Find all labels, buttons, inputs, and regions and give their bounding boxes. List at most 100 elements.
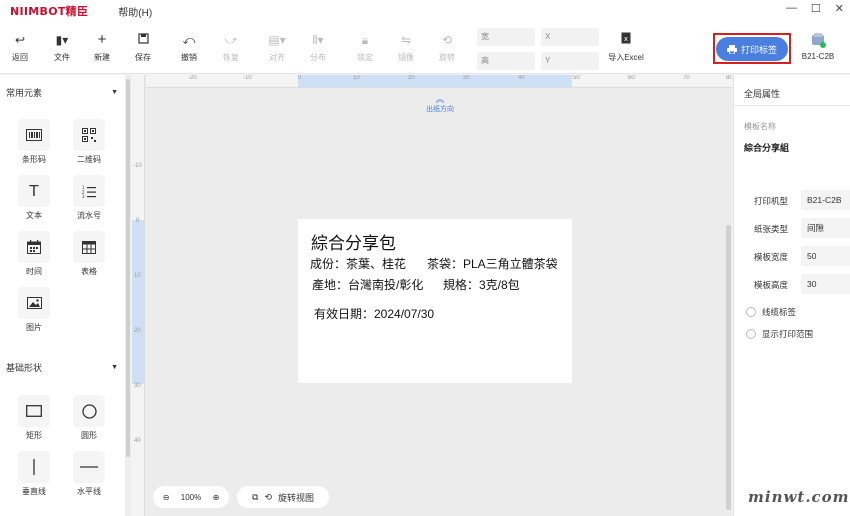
x-input[interactable]: X bbox=[541, 28, 599, 46]
time-element[interactable]: 时间 bbox=[14, 231, 54, 277]
checkbox-circle[interactable] bbox=[746, 329, 756, 339]
minimize-button[interactable]: — bbox=[786, 2, 797, 15]
help-menu[interactable]: 帮助(H) bbox=[118, 4, 152, 19]
caret-down-icon: ▼ bbox=[111, 363, 118, 371]
rectangle-icon bbox=[26, 405, 42, 417]
vertical-line-element[interactable]: 垂直线 bbox=[14, 451, 54, 497]
mirror-button[interactable]: ⇋ 镜像 bbox=[386, 32, 426, 63]
save-button[interactable]: 保存 bbox=[123, 32, 163, 63]
excel-icon: x bbox=[603, 32, 649, 48]
qrcode-element[interactable]: 二维码 bbox=[69, 119, 109, 165]
printer-icon bbox=[726, 44, 737, 54]
close-button[interactable]: ✕ bbox=[835, 2, 844, 15]
double-chevron-up-icon: ︽ bbox=[435, 94, 445, 104]
ruler-highlight bbox=[132, 220, 144, 384]
window-controls: — ☐ ✕ bbox=[786, 2, 844, 15]
table-icon bbox=[82, 240, 96, 254]
label-ingredients[interactable]: 成份：茶葉、桂花 bbox=[310, 255, 406, 272]
serial-number-element[interactable]: 123 流水号 bbox=[69, 175, 109, 221]
distribute-icon: ⫴▾ bbox=[312, 33, 324, 47]
back-icon: ↩ bbox=[14, 33, 26, 47]
lock-icon: 🔒︎ bbox=[361, 33, 369, 47]
left-ruler: -10 0 10 20 30 40 bbox=[132, 75, 145, 516]
divider bbox=[734, 105, 850, 106]
save-icon bbox=[123, 32, 163, 48]
height-input[interactable]: 高 bbox=[477, 52, 535, 70]
distribute-button[interactable]: ⫴▾ 分布 bbox=[298, 32, 338, 63]
paper-direction-indicator: ︽ 出纸方向 bbox=[418, 95, 462, 114]
horizontal-line-element[interactable]: 水平线 bbox=[69, 451, 109, 497]
template-name-label: 模板名称 bbox=[744, 122, 776, 131]
align-button[interactable]: ▤▾ 对齐 bbox=[257, 32, 297, 63]
redo-button[interactable]: ⤻ 恢复 bbox=[211, 32, 251, 63]
barcode-element[interactable]: 条形码 bbox=[14, 119, 54, 165]
paper-type-select[interactable]: 间隙 bbox=[801, 218, 850, 238]
template-height-label: 模板高度 bbox=[754, 280, 789, 290]
watermark: minwt.com bbox=[748, 488, 850, 506]
print-label-button[interactable]: 打印标签 bbox=[716, 37, 788, 61]
plus-icon: + bbox=[97, 31, 107, 48]
properties-panel: 全局属性 模板名称 綜合分享組 打印机型 B21-C2B 纸张类型 间隙 模板宽… bbox=[733, 75, 850, 516]
device-selector[interactable]: B21-C2B bbox=[798, 32, 838, 61]
rotate-button[interactable]: ⟲ 旋转 bbox=[427, 32, 467, 63]
checkbox-circle[interactable] bbox=[746, 307, 756, 317]
top-ruler: -20 -10 0 10 20 30 40 50 60 70 80 bbox=[146, 75, 732, 88]
label-origin[interactable]: 產地：台灣南投/彰化 bbox=[312, 276, 423, 293]
text-element[interactable]: T 文本 bbox=[14, 175, 54, 221]
canvas-scrollbar[interactable] bbox=[726, 225, 731, 510]
left-panel-scrollbar[interactable] bbox=[125, 75, 131, 516]
file-button[interactable]: ▮▾ 文件 bbox=[42, 32, 82, 63]
template-width-input[interactable]: 50 bbox=[801, 246, 850, 266]
cable-label-checkbox[interactable]: 线缆标签 bbox=[746, 306, 796, 318]
import-excel-button[interactable]: x 导入Excel bbox=[603, 32, 649, 63]
svg-text:3: 3 bbox=[82, 194, 85, 198]
label-expiry[interactable]: 有效日期：2024/07/30 bbox=[314, 305, 434, 322]
horizontal-line-icon bbox=[80, 466, 98, 468]
scrollbar-thumb[interactable] bbox=[126, 79, 130, 457]
circle-icon bbox=[81, 403, 97, 419]
barcode-icon bbox=[26, 129, 42, 141]
common-elements-header[interactable]: 常用元素 ▼ bbox=[6, 83, 118, 101]
redo-icon: ⤻ bbox=[224, 33, 238, 47]
label-printer-icon bbox=[812, 33, 826, 48]
zoom-control: ⊖ 100% ⊕ bbox=[153, 486, 229, 508]
element-panel: 常用元素 ▼ 基础形状 ▼ 条形码 二维码 T 文本 123 流水号 时间 表格… bbox=[0, 75, 131, 516]
label-title[interactable]: 綜合分享包 bbox=[311, 229, 396, 254]
title-bar: NIIMBOT精臣 帮助(H) — ☐ ✕ bbox=[0, 0, 850, 22]
label-teabag[interactable]: 茶袋：PLA三角立體茶袋 bbox=[427, 255, 558, 272]
image-icon bbox=[26, 297, 42, 309]
vertical-line-icon bbox=[33, 459, 35, 475]
frame-icon[interactable]: ⧉ bbox=[252, 492, 258, 503]
template-height-input[interactable]: 30 bbox=[801, 274, 850, 294]
printer-model-label: 打印机型 bbox=[754, 196, 789, 206]
rotate-view-control[interactable]: ⧉ ⟲ 旋转视图 bbox=[237, 486, 329, 508]
printer-model-select[interactable]: B21-C2B bbox=[801, 190, 850, 210]
align-icon: ▤▾ bbox=[268, 33, 286, 47]
table-element[interactable]: 表格 bbox=[69, 231, 109, 277]
rotate-view-icon: ⟲ bbox=[264, 491, 272, 502]
rectangle-element[interactable]: 矩形 bbox=[14, 395, 54, 441]
label-spec[interactable]: 規格：3克/8包 bbox=[443, 276, 520, 293]
undo-icon: ⤺ bbox=[182, 33, 196, 47]
back-button[interactable]: ↩ 返回 bbox=[0, 32, 40, 63]
template-width-label: 模板宽度 bbox=[754, 252, 789, 262]
maximize-button[interactable]: ☐ bbox=[811, 2, 821, 15]
circle-element[interactable]: 圆形 bbox=[69, 395, 109, 441]
serial-number-icon: 123 bbox=[82, 185, 96, 198]
template-name-input[interactable]: 綜合分享組 bbox=[744, 141, 789, 154]
lock-button[interactable]: 🔒︎ 锁定 bbox=[345, 32, 385, 63]
app-window: NIIMBOT精臣 帮助(H) — ☐ ✕ ↩ 返回 ▮▾ 文件 + 新建 保存… bbox=[0, 0, 850, 516]
y-input[interactable]: Y bbox=[541, 52, 599, 70]
basic-shapes-header[interactable]: 基础形状 ▼ bbox=[6, 358, 118, 376]
mirror-icon: ⇋ bbox=[400, 33, 412, 47]
undo-button[interactable]: ⤺ 撤销 bbox=[169, 32, 209, 63]
show-print-range-checkbox[interactable]: 显示打印范围 bbox=[746, 328, 813, 340]
zoom-in-icon[interactable]: ⊕ bbox=[213, 493, 220, 502]
caret-down-icon: ▼ bbox=[111, 88, 118, 96]
image-element[interactable]: 图片 bbox=[14, 287, 54, 333]
label-template[interactable]: 綜合分享包 成份：茶葉、桂花 茶袋：PLA三角立體茶袋 產地：台灣南投/彰化 規… bbox=[298, 219, 572, 383]
width-input[interactable]: 宽 bbox=[477, 28, 535, 46]
ruler-highlight bbox=[298, 75, 572, 87]
new-button[interactable]: + 新建 bbox=[82, 32, 122, 63]
zoom-out-icon[interactable]: ⊖ bbox=[163, 493, 170, 502]
